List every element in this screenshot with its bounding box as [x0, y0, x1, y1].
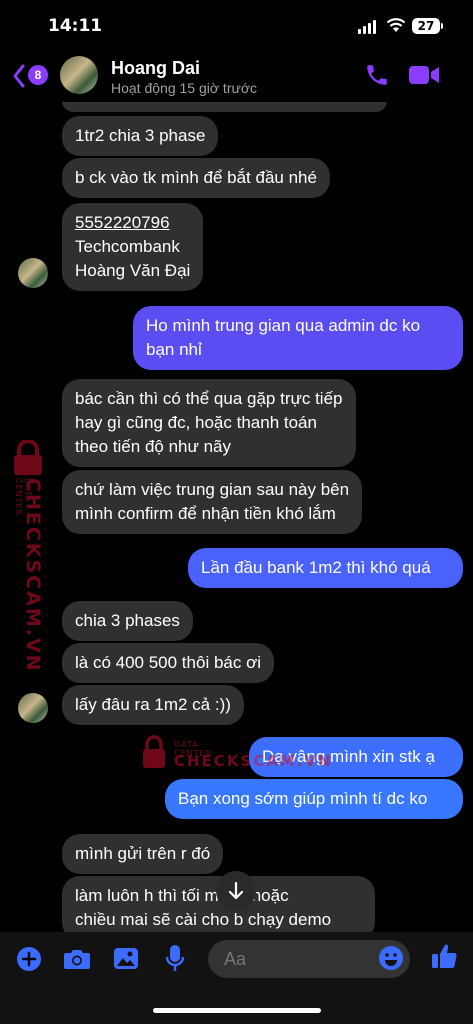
message-text: Hoàng Văn Đại — [75, 261, 191, 280]
message-bubble-incoming[interactable]: lấy đâu ra 1m2 cả :)) — [62, 685, 244, 725]
message-text: lấy đâu ra 1m2 cả :)) — [75, 695, 231, 714]
message-bubble-incoming[interactable]: b ck vào tk mình để bắt đầu nhé — [62, 158, 330, 198]
message-bubble-incoming[interactable]: 1tr2 chia 3 phase — [62, 116, 219, 156]
message-text: Lần đầu bank 1m2 thì khó quá — [201, 558, 431, 577]
message-text: bạn nhỉ — [146, 340, 202, 359]
microphone-icon[interactable] — [165, 944, 185, 974]
message-text: hay gì cũng đc, hoặc thanh toán — [75, 413, 317, 432]
message-text: 1tr2 chia 3 phase — [75, 126, 206, 145]
message-text: Techcombank — [75, 237, 180, 256]
contact-name[interactable]: Hoang Dai — [111, 58, 200, 79]
message-bubble-incoming[interactable]: chứ làm việc trung gian sau này bên mình… — [62, 470, 363, 534]
contact-activity-status: Hoạt động 15 giờ trước — [111, 80, 258, 96]
message-bubble-outgoing[interactable]: Bạn xong sớm giúp mình tí dc ko — [165, 779, 463, 819]
message-bubble-incoming[interactable]: bác cần thì có thể qua gặp trực tiếp hay… — [62, 379, 356, 467]
unread-count-badge[interactable]: 8 — [28, 65, 48, 85]
message-text: chứ làm việc trung gian sau này bên — [75, 480, 350, 499]
message-text: Bạn xong sớm giúp mình tí dc ko — [178, 789, 428, 808]
back-chevron-icon[interactable] — [12, 64, 26, 88]
message-text: bác cần thì có thể qua gặp trực tiếp — [75, 389, 343, 408]
battery-tip — [441, 23, 443, 29]
status-bar: 14:11 27 — [0, 0, 473, 50]
message-text: b ck vào tk mình để bắt đầu nhé — [75, 168, 317, 187]
message-text: chiều mai sẽ cài cho b chạy demo — [75, 910, 332, 929]
lock-icon — [143, 735, 165, 768]
message-text: mình confirm để nhận tiền khó lắm — [75, 504, 336, 523]
sender-avatar[interactable] — [18, 693, 48, 723]
watermark-brand: CHECKSCAM.VN — [174, 752, 333, 770]
contact-avatar[interactable] — [60, 56, 98, 94]
message-list[interactable]: 1tr2 chia 3 phase b ck vào tk mình để bắ… — [0, 102, 473, 932]
message-text: mình gửi trên r đó — [75, 844, 211, 863]
scroll-to-bottom-button[interactable] — [216, 871, 256, 911]
image-icon[interactable] — [113, 946, 139, 972]
thumbs-up-icon[interactable] — [430, 942, 458, 970]
video-call-icon[interactable] — [408, 64, 440, 86]
message-text: là có 400 500 thôi bác ơi — [75, 653, 261, 672]
home-indicator[interactable] — [153, 1008, 321, 1013]
message-text: chia 3 phases — [75, 611, 180, 630]
message-bubble-incoming[interactable]: là có 400 500 thôi bác ơi — [62, 643, 274, 683]
account-number-link[interactable]: 5552220796 — [75, 211, 190, 235]
arrow-down-icon — [228, 881, 244, 900]
plus-icon[interactable] — [16, 946, 42, 972]
lock-icon — [14, 440, 42, 475]
status-time: 14:11 — [48, 16, 103, 36]
message-bubble-incoming[interactable]: chia 3 phases — [62, 601, 193, 641]
camera-icon[interactable] — [63, 947, 91, 971]
message-bubble-incoming[interactable]: mình gửi trên r đó — [62, 834, 224, 874]
message-bubble-outgoing[interactable]: Ho mình trung gian qua admin dc ko bạn n… — [133, 306, 463, 370]
message-composer — [0, 932, 473, 992]
message-text: theo tiến độ như nãy — [75, 437, 231, 456]
message-bubble-incoming-clipped — [62, 102, 387, 112]
battery-indicator: 27 — [412, 18, 440, 34]
emoji-icon[interactable] — [378, 945, 404, 971]
sender-avatar[interactable] — [18, 258, 48, 288]
message-bubble-outgoing[interactable]: Lần đầu bank 1m2 thì khó quá — [188, 548, 463, 588]
chat-header: 8 Hoang Dai Hoạt động 15 giờ trước — [0, 50, 473, 102]
watermark-brand: CHECKSCAM.VN — [22, 478, 44, 673]
message-bubble-incoming[interactable]: 5552220796 Techcombank Hoàng Văn Đại — [62, 203, 204, 291]
message-text: Ho mình trung gian qua admin dc ko — [146, 316, 421, 335]
wifi-icon — [386, 18, 406, 32]
cellular-signal-icon — [358, 20, 378, 34]
phone-call-icon[interactable] — [364, 62, 390, 88]
